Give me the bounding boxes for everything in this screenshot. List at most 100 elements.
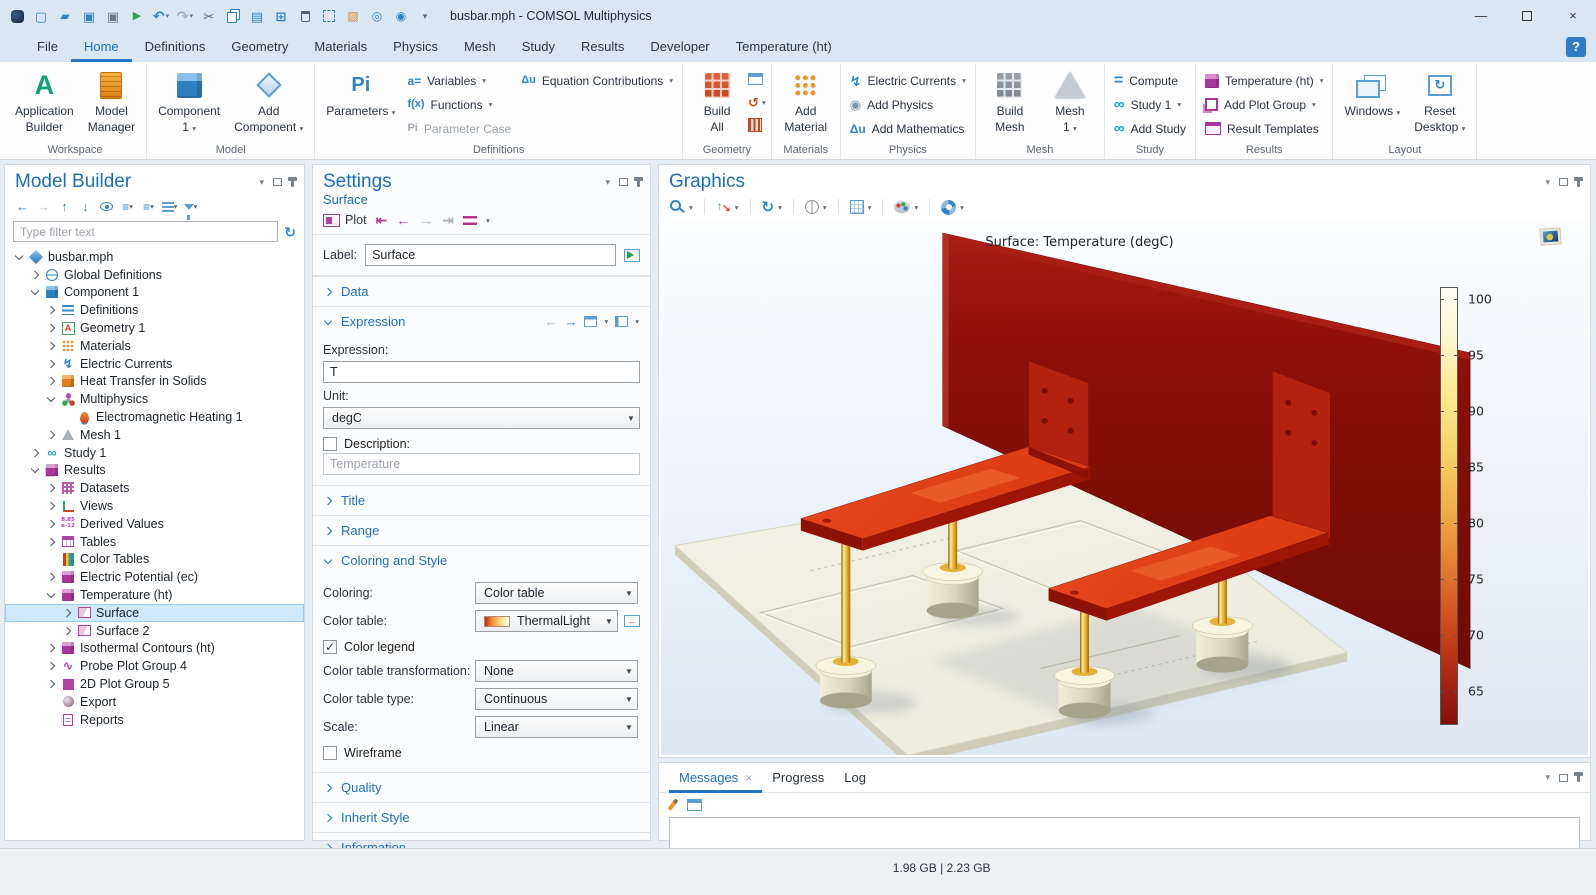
twisty-icon[interactable] [13,255,24,259]
ribbon-equation-contributions[interactable]: ΔuEquation Contributions▾ [521,69,673,92]
tree-item-derived-values[interactable]: Derived Values [5,515,304,533]
twisty-icon[interactable] [45,574,56,580]
gx-globe-button[interactable]: ▾ [802,196,830,218]
menu-results[interactable]: Results [568,32,637,62]
description-input[interactable] [323,453,640,475]
pin-icon[interactable] [291,178,294,187]
refresh-icon[interactable]: ↻ [284,225,296,239]
tree-item-surface[interactable]: Surface [5,604,304,622]
tree-item-mesh-1[interactable]: Mesh 1 [5,426,304,444]
menu-geometry[interactable]: Geometry [218,32,301,62]
ribbon-application-builder[interactable]: AApplicationBuilder [9,64,80,136]
qat-more-button[interactable]: ▾ [414,4,436,28]
prev-expression-icon[interactable]: ← [544,315,557,328]
tab-messages[interactable]: Messages× [669,763,762,793]
first-plot-icon[interactable]: ⇤ [376,213,388,227]
ribbon-build-mesh[interactable]: BuildMesh [981,64,1039,136]
mb-back-button[interactable]: ← [13,197,32,216]
qat-save-button[interactable]: ▣ [78,4,100,28]
pin-icon[interactable] [1577,178,1580,187]
qat-select-box-button[interactable] [318,4,340,28]
pin-icon[interactable] [637,178,640,187]
twisty-icon[interactable] [45,521,56,527]
twisty-icon[interactable] [45,325,56,331]
twisty-icon[interactable] [45,663,56,669]
mb-node-button[interactable]: ▾ [160,197,179,216]
section-inherit-style[interactable]: Inherit Style [313,802,650,832]
tree-item-results[interactable]: Results [5,462,304,480]
twisty-icon[interactable] [61,628,72,634]
ribbon-electric-currents[interactable]: ↯Electric Currents▾ [850,69,966,92]
tree-item-probe-plot-group-4[interactable]: Probe Plot Group 4 [5,657,304,675]
pin-icon[interactable] [1577,773,1580,782]
tab-progress[interactable]: Progress [762,763,834,793]
tree-item-temperature-ht[interactable]: Temperature (ht) [5,586,304,604]
mb-show-button[interactable] [97,197,116,216]
twisty-icon[interactable] [45,397,56,401]
menu-materials[interactable]: Materials [301,32,380,62]
tree-item-electric-potential-ec[interactable]: Electric Potential (ec) [5,568,304,586]
ribbon-tool-geom-update[interactable]: ↺▾ [748,92,766,112]
tree-item-reports[interactable]: Reports [5,711,304,729]
description-checkbox[interactable] [323,437,337,451]
section-range[interactable]: Range [313,515,650,545]
qat-undo-button[interactable]: ↶▾ [150,4,172,28]
ribbon-compute[interactable]: =Compute [1114,69,1186,92]
unit-select[interactable]: degC▼ [323,407,640,429]
qat-search-button[interactable]: ◉ [390,4,412,28]
clear-messages-icon[interactable] [667,798,678,810]
messages-output[interactable] [669,817,1580,851]
wireframe-checkbox[interactable] [323,746,337,760]
float-icon[interactable] [273,178,282,186]
replace-expression-icon[interactable] [615,316,628,327]
section-expression[interactable]: Expression ← → ▾ ▾ Expression: Unit: deg… [313,306,650,485]
qat-run-button[interactable]: ▶ [126,4,148,28]
tab-log[interactable]: Log [834,763,876,793]
twisty-icon[interactable] [29,290,40,294]
color-table-transformation-select[interactable]: None▼ [475,660,638,682]
ribbon-study-1[interactable]: ∞Study 1▾ [1114,93,1186,116]
panel-menu-icon[interactable] [605,177,610,188]
last-plot-icon[interactable]: ⇥ [442,213,454,227]
float-icon[interactable] [619,178,628,186]
twisty-icon[interactable] [29,450,40,456]
qat-new-button[interactable]: ▢ [30,4,52,28]
twisty-icon[interactable] [61,610,72,616]
twisty-icon[interactable] [45,307,56,313]
tree-item-study-1[interactable]: Study 1 [5,444,304,462]
twisty-icon[interactable] [45,503,56,509]
tree-item-geometry-1[interactable]: Geometry 1 [5,319,304,337]
next-plot-icon[interactable]: → [419,213,433,227]
twisty-icon[interactable] [45,539,56,545]
qat-paste-button[interactable]: ▤ [246,4,268,28]
mb-down-button[interactable]: ↓ [76,197,95,216]
gx-refresh-button[interactable]: ▾ [938,196,967,218]
gx-image-button[interactable]: ▾ [891,196,921,218]
qat-redo-button[interactable]: ↷▾ [174,4,196,28]
qat-copy-button[interactable] [222,4,244,28]
coloring-select[interactable]: Color table▼ [475,582,638,604]
previous-plot-icon[interactable]: ← [396,213,410,227]
plot-button[interactable]: Plot [345,213,367,227]
plot-thumbnail-icon[interactable] [1541,228,1561,244]
gx-rotate-button[interactable]: ↻▾ [759,196,785,218]
expression-input[interactable] [323,361,640,383]
ribbon-add-mathematics[interactable]: ΔuAdd Mathematics [850,117,966,140]
color-table-type-select[interactable]: Continuous▼ [475,688,638,710]
section-title[interactable]: Title [313,485,650,515]
tree-item-global-definitions[interactable]: Global Definitions [5,266,304,284]
maximize-button[interactable] [1504,0,1550,32]
menu-temperature-ht[interactable]: Temperature (ht) [723,32,845,62]
plot-icon[interactable] [323,214,340,227]
insert-expression-icon[interactable] [584,316,597,327]
twisty-icon[interactable] [45,593,56,597]
color-legend-checkbox[interactable] [323,640,337,654]
chevron-down-icon[interactable]: ▾ [166,12,170,20]
section-coloring-and-style[interactable]: Coloring and Style Coloring: Color table… [313,545,650,772]
ribbon-tool-geom-import[interactable] [748,69,766,89]
twisty-icon[interactable] [45,681,56,687]
ribbon-windows[interactable]: Windows ▾ [1338,64,1406,121]
ribbon-temperature-ht[interactable]: Temperature (ht)▾ [1205,69,1323,92]
qat-cut-button[interactable]: ✂ [198,4,220,28]
graphics-viewport[interactable]: Surface: Temperature (degC) 100959085807… [661,221,1588,755]
